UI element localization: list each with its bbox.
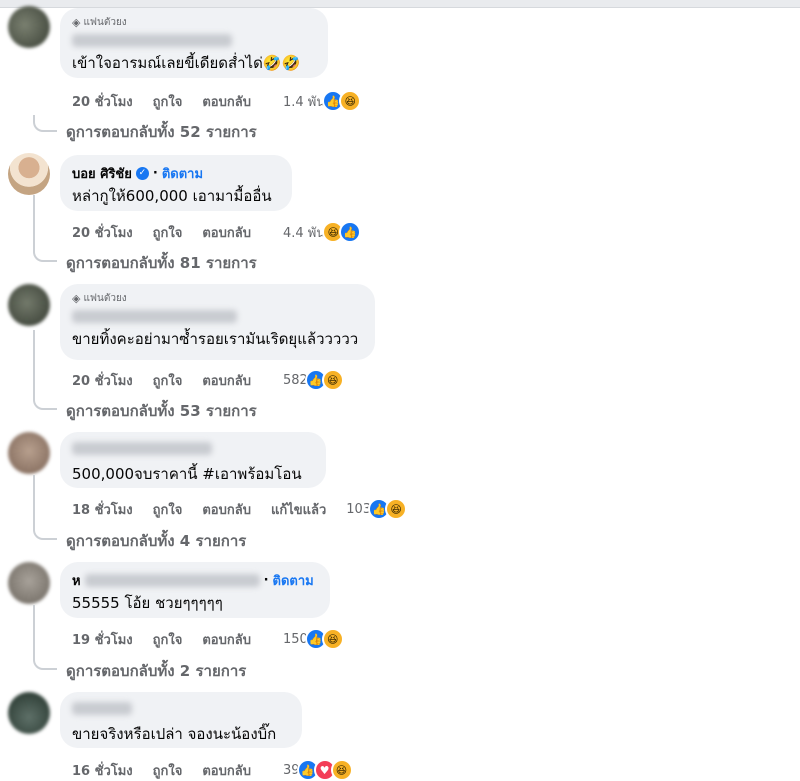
- avatar[interactable]: [8, 692, 50, 734]
- comment-bubble: ห · ติดตาม 55555 โอ้ย ชวยๆๆๆๆๆ: [60, 562, 330, 618]
- haha-icon: 😆: [321, 628, 344, 650]
- avatar[interactable]: [8, 284, 50, 326]
- comment-text: ขายทิ้งคะอย่ามาซ้ำรอยเรามันเริดยุแล้วววว…: [72, 330, 359, 348]
- comment-bubble: 500,000จบราคานี้ #เอาพร้อมโอน: [60, 432, 326, 488]
- timestamp[interactable]: 20 ชั่วโมง: [72, 222, 133, 243]
- haha-icon: 😆: [339, 90, 362, 112]
- like-button[interactable]: ถูกใจ: [153, 499, 183, 520]
- like-button[interactable]: ถูกใจ: [153, 370, 183, 391]
- reaction-summary[interactable]: 103 👍 😆: [346, 498, 408, 520]
- thread-connector: [33, 115, 57, 132]
- reaction-summary[interactable]: 150 👍 😆: [283, 628, 344, 650]
- reaction-summary[interactable]: 1.4 พัน 👍 😆: [282, 90, 362, 112]
- avatar[interactable]: [8, 562, 50, 604]
- comment-actions: 20 ชั่วโมง ถูกใจ ตอบกลับ 582 👍 😆: [72, 369, 344, 391]
- top-divider: [0, 0, 800, 8]
- reaction-count: 4.4 พัน: [282, 225, 326, 241]
- reply-button[interactable]: ตอบกลับ: [202, 91, 251, 112]
- reply-button[interactable]: ตอบกลับ: [202, 499, 251, 520]
- timestamp[interactable]: 19 ชั่วโมง: [72, 629, 133, 650]
- comment-actions: 19 ชั่วโมง ถูกใจ ตอบกลับ 150 👍 😆: [72, 628, 344, 650]
- haha-icon: 😆: [385, 498, 408, 520]
- reaction-summary[interactable]: 582 👍 😆: [283, 369, 344, 391]
- follow-button[interactable]: ติดตาม: [273, 570, 314, 591]
- avatar[interactable]: [8, 153, 50, 195]
- like-button[interactable]: ถูกใจ: [153, 629, 183, 650]
- fan-badge: ◈ แฟนตัวยง: [72, 16, 127, 29]
- view-replies-link[interactable]: ดูการตอบกลับทั้ง 53 รายการ: [66, 399, 257, 423]
- thread-connector: [33, 195, 57, 262]
- view-replies-link[interactable]: ดูการตอบกลับทั้ง 52 รายการ: [66, 120, 257, 144]
- like-button[interactable]: ถูกใจ: [153, 222, 183, 243]
- comment-text: ขายจริงหรือเปล่า จองนะน้องบิ๊ก: [72, 725, 277, 743]
- timestamp[interactable]: 16 ชั่วโมง: [72, 760, 133, 781]
- commenter-name-row: ห · ติดตาม: [72, 570, 318, 591]
- like-icon: 👍: [339, 221, 362, 243]
- commenter-initial[interactable]: ห: [72, 570, 81, 591]
- haha-icon: 😆: [330, 759, 353, 781]
- timestamp[interactable]: 20 ชั่วโมง: [72, 370, 133, 391]
- avatar[interactable]: [8, 6, 50, 48]
- haha-icon: 😆: [321, 369, 344, 391]
- commenter-name[interactable]: [72, 310, 237, 323]
- reaction-summary[interactable]: 4.4 พัน 😆 👍: [282, 221, 362, 243]
- commenter-name[interactable]: [72, 442, 212, 455]
- timestamp[interactable]: 20 ชั่วโมง: [72, 91, 133, 112]
- view-replies-link[interactable]: ดูการตอบกลับทั้ง 81 รายการ: [66, 251, 257, 275]
- comment-text: เข้าใจอารมณ์เลยขี้เดียดส่ำได่🤣🤣: [72, 54, 301, 72]
- verified-badge-icon: ✓: [135, 167, 149, 180]
- comment-text: 55555 โอ้ย ชวยๆๆๆๆๆ: [72, 594, 223, 612]
- timestamp[interactable]: 18 ชั่วโมง: [72, 499, 133, 520]
- reply-button[interactable]: ตอบกลับ: [202, 629, 251, 650]
- view-replies-link[interactable]: ดูการตอบกลับทั้ง 4 รายการ: [66, 529, 246, 553]
- comment-actions: 16 ชั่วโมง ถูกใจ ตอบกลับ 39 👍 ♥ 😆: [72, 759, 353, 781]
- comment-bubble: ◈ แฟนตัวยง ขายทิ้งคะอย่ามาซ้ำรอยเรามันเริ…: [60, 284, 375, 360]
- follow-button[interactable]: ติดตาม: [162, 163, 203, 184]
- thread-connector: [33, 475, 57, 540]
- avatar[interactable]: [8, 432, 50, 474]
- separator-dot: ·: [152, 166, 158, 181]
- reply-button[interactable]: ตอบกลับ: [202, 222, 251, 243]
- comment-bubble: ◈ แฟนตัวยง เข้าใจอารมณ์เลยขี้เดียดส่ำได่🤣…: [60, 8, 328, 78]
- reaction-count: 1.4 พัน: [282, 94, 326, 110]
- comment-bubble: บอย ศิริชัย ✓ · ติดตาม หล่ากูให้600,000 …: [60, 155, 292, 211]
- thread-connector: [33, 605, 57, 670]
- comment-bubble: ขายจริงหรือเปล่า จองนะน้องบิ๊ก: [60, 692, 302, 748]
- like-button[interactable]: ถูกใจ: [153, 760, 183, 781]
- like-button[interactable]: ถูกใจ: [153, 91, 183, 112]
- commenter-name[interactable]: [72, 702, 132, 715]
- fan-badge: ◈ แฟนตัวยง: [72, 292, 127, 305]
- diamond-icon: ◈: [72, 16, 81, 29]
- diamond-icon: ◈: [72, 292, 81, 305]
- comment-actions: 18 ชั่วโมง ถูกใจ ตอบกลับ แก้ไขแล้ว 103 👍…: [72, 498, 408, 520]
- comment-text: 500,000จบราคานี้ #เอาพร้อมโอน: [72, 465, 302, 483]
- commenter-name[interactable]: บอย ศิริชัย: [72, 163, 132, 184]
- comment-text: หล่ากูให้600,000 เอามามื้ออื่น: [72, 187, 272, 205]
- commenter-name[interactable]: [84, 574, 260, 587]
- edited-label: แก้ไขแล้ว: [270, 502, 327, 518]
- separator-dot: ·: [263, 573, 269, 588]
- reaction-summary[interactable]: 39 👍 ♥ 😆: [283, 759, 353, 781]
- comment-actions: 20 ชั่วโมง ถูกใจ ตอบกลับ 4.4 พัน 😆 👍: [72, 221, 362, 243]
- view-replies-link[interactable]: ดูการตอบกลับทั้ง 2 รายการ: [66, 659, 246, 683]
- commenter-name-row: บอย ศิริชัย ✓ · ติดตาม: [72, 163, 280, 184]
- comment-actions: 20 ชั่วโมง ถูกใจ ตอบกลับ 1.4 พัน 👍 😆: [72, 90, 362, 112]
- commenter-name[interactable]: [72, 34, 232, 47]
- reply-button[interactable]: ตอบกลับ: [202, 370, 251, 391]
- reply-button[interactable]: ตอบกลับ: [202, 760, 251, 781]
- thread-connector: [33, 330, 57, 410]
